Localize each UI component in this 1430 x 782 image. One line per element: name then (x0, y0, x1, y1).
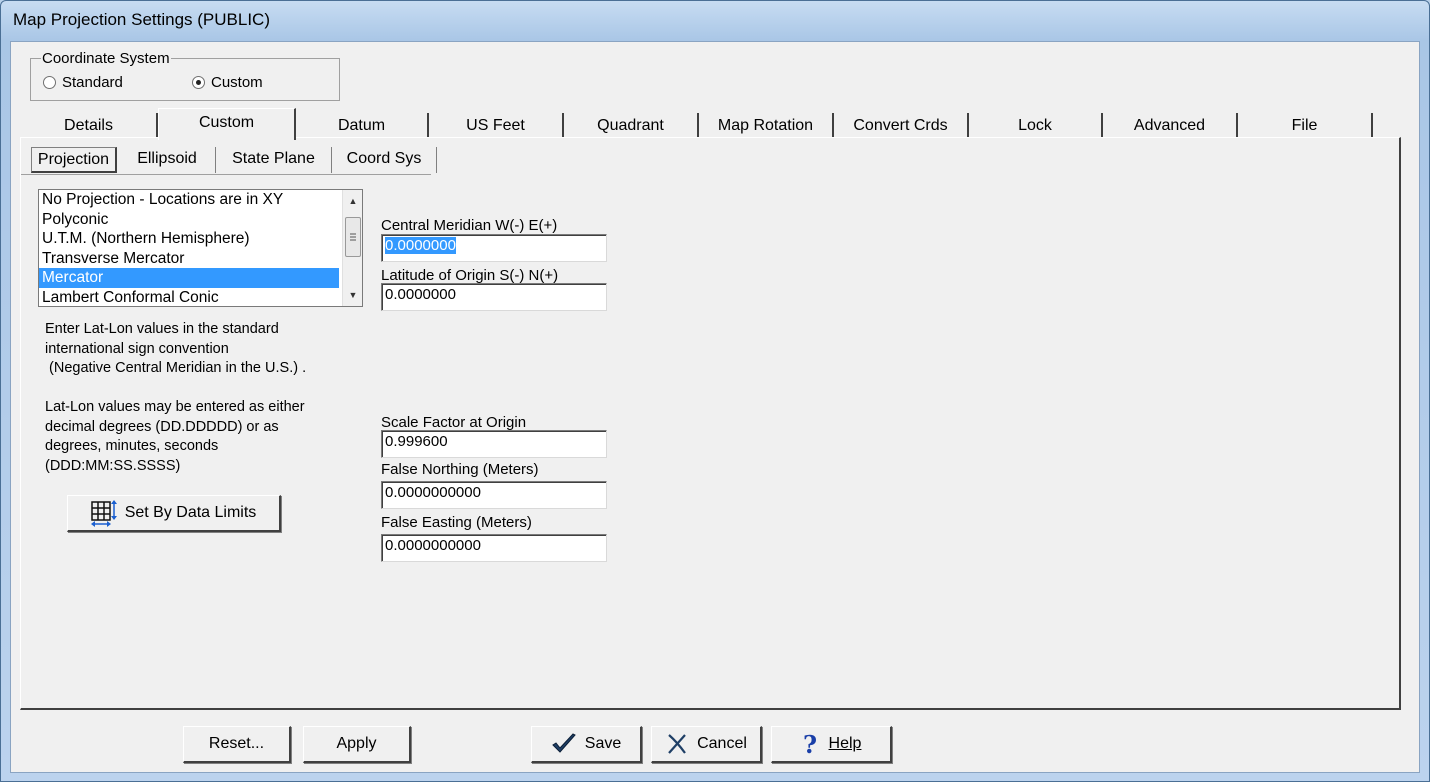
list-item[interactable]: U.T.M. (Northern Hemisphere) (39, 229, 362, 249)
save-label: Save (584, 735, 622, 752)
cancel-label: Cancel (697, 735, 747, 752)
set-by-data-limits-label: Set By Data Limits (124, 504, 257, 521)
scroll-thumb[interactable] (345, 217, 361, 257)
apply-button[interactable]: Apply (303, 726, 411, 763)
tab-lock[interactable]: Lock (969, 113, 1103, 138)
false-northing-value: 0.0000000000 (385, 484, 481, 501)
list-item[interactable]: Lambert Conformal Conic (39, 288, 362, 307)
help-button[interactable]: ? Help (771, 726, 892, 763)
dialog-window: Map Projection Settings (PUBLIC) Coordin… (0, 0, 1430, 782)
list-item-selected[interactable]: Mercator (39, 268, 339, 288)
list-item[interactable]: Transverse Mercator (39, 249, 362, 269)
tab-custom[interactable]: Custom (158, 108, 296, 140)
false-northing-label: False Northing (Meters) (381, 461, 539, 478)
false-easting-input[interactable]: 0.0000000000 (381, 534, 607, 562)
subtab-ellipsoid[interactable]: Ellipsoid (119, 147, 216, 173)
checkmark-icon (551, 733, 576, 753)
help-question-icon: ? (803, 731, 817, 757)
central-meridian-label: Central Meridian W(-) E(+) (381, 217, 558, 234)
tab-advanced[interactable]: Advanced (1103, 113, 1238, 138)
false-easting-label: False Easting (Meters) (381, 514, 532, 531)
sign-convention-note: Enter Lat-Lon values in the standard int… (45, 321, 307, 376)
lat-lon-format-note: Lat-Lon values may be entered as either … (45, 399, 305, 474)
false-easting-value: 0.0000000000 (385, 537, 481, 554)
subtab-coord-sys[interactable]: Coord Sys (332, 147, 437, 173)
false-northing-input[interactable]: 0.0000000000 (381, 481, 607, 509)
coordinate-system-group: Coordinate System Standard Custom (30, 50, 340, 101)
latitude-origin-value: 0.0000000 (385, 286, 456, 303)
dialog-client-area: Coordinate System Standard Custom Detail… (10, 41, 1420, 773)
svg-text:?: ? (803, 731, 817, 757)
scroll-up-icon[interactable]: ▲ (343, 192, 362, 210)
tab-map-rotation[interactable]: Map Rotation (699, 113, 834, 138)
subtab-divider (21, 174, 431, 175)
tab-quadrant[interactable]: Quadrant (564, 113, 699, 138)
tab-file[interactable]: File (1238, 113, 1373, 138)
radio-standard[interactable]: Standard (43, 74, 123, 91)
scroll-down-icon[interactable]: ▼ (343, 286, 362, 304)
grid-extent-icon (90, 500, 117, 527)
radio-custom-indicator[interactable] (192, 76, 205, 89)
latitude-origin-input[interactable]: 0.0000000 (381, 283, 607, 311)
scale-factor-label: Scale Factor at Origin (381, 414, 527, 431)
save-button[interactable]: Save (531, 726, 642, 763)
tab-details[interactable]: Details (21, 113, 158, 138)
projection-listbox[interactable]: No Projection - Locations are in XY Poly… (38, 189, 363, 307)
reset-button[interactable]: Reset... (183, 726, 291, 763)
cancel-button[interactable]: Cancel (651, 726, 762, 763)
list-item[interactable]: Polyconic (39, 210, 362, 230)
cancel-x-icon (668, 734, 686, 754)
radio-standard-label: Standard (62, 74, 123, 91)
central-meridian-input[interactable]: 0.0000000 (381, 234, 607, 262)
subtab-state-plane[interactable]: State Plane (216, 147, 332, 173)
custom-tab-panel: Projection Ellipsoid State Plane Coord S… (20, 137, 1401, 710)
radio-custom[interactable]: Custom (192, 74, 263, 91)
tab-datum[interactable]: Datum (296, 113, 429, 138)
radio-custom-label: Custom (211, 74, 263, 91)
help-label: Help (828, 735, 862, 752)
tab-convert-crds[interactable]: Convert Crds (834, 113, 969, 138)
scale-factor-input[interactable]: 0.999600 (381, 430, 607, 458)
scale-factor-value: 0.999600 (385, 433, 448, 450)
subtab-projection[interactable]: Projection (31, 147, 117, 173)
set-by-data-limits-button[interactable]: Set By Data Limits (67, 495, 281, 532)
coordinate-system-legend: Coordinate System (41, 50, 171, 67)
window-title: Map Projection Settings (PUBLIC) (13, 10, 270, 29)
radio-standard-indicator[interactable] (43, 76, 56, 89)
tab-us-feet[interactable]: US Feet (429, 113, 564, 138)
listbox-scrollbar[interactable]: ▲ ▼ (342, 190, 362, 306)
list-item[interactable]: No Projection - Locations are in XY (39, 190, 362, 210)
latitude-origin-label: Latitude of Origin S(-) N(+) (381, 267, 559, 284)
grip-icon (350, 233, 356, 241)
central-meridian-value: 0.0000000 (385, 237, 456, 254)
